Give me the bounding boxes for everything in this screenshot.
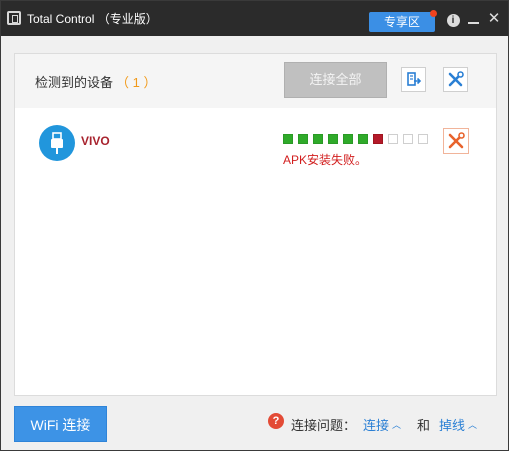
- wifi-connect-button[interactable]: WiFi 连接: [14, 406, 107, 442]
- progress-segment: [358, 134, 368, 144]
- progress-segment: [328, 134, 338, 144]
- progress-segment: [403, 134, 413, 144]
- notification-dot: [430, 10, 437, 17]
- detected-count: （ 1 ）: [116, 75, 157, 90]
- and-label: 和: [417, 418, 431, 433]
- disconnect-help-text: 掉线: [439, 418, 466, 433]
- connect-help-link[interactable]: 连接 ︿: [363, 415, 401, 434]
- wrench-screwdriver-icon: [448, 132, 465, 149]
- device-panel: 检测到的设备（ 1 ） 连接全部 VIVO APK安装失败。: [14, 53, 497, 396]
- progress-segment: [343, 134, 353, 144]
- progress-segment: [298, 134, 308, 144]
- info-icon[interactable]: i: [446, 11, 460, 27]
- connect-all-button[interactable]: 连接全部: [284, 62, 387, 98]
- tools-button[interactable]: [443, 67, 468, 92]
- progress-segment: [283, 134, 293, 144]
- progress-segment: [313, 134, 323, 144]
- title-bar: Total Control （专业版） 专享区 i ✕: [1, 1, 508, 36]
- wrench-screwdriver-icon: [448, 71, 464, 87]
- device-status: APK安装失败。: [283, 153, 368, 167]
- app-logo-icon: [7, 11, 21, 25]
- progress-segment: [373, 134, 383, 144]
- device-row[interactable]: VIVO APK安装失败。: [15, 120, 496, 176]
- device-tools-button[interactable]: [443, 128, 469, 154]
- progress-segment: [388, 134, 398, 144]
- minimize-icon[interactable]: [466, 11, 480, 27]
- app-title: Total Control （专业版）: [27, 12, 158, 26]
- connect-help-text: 连接: [363, 418, 390, 433]
- connection-problem-label: 连接问题：: [291, 418, 357, 433]
- close-icon[interactable]: ✕: [487, 11, 501, 27]
- chevron-up-icon: ︿: [392, 420, 402, 430]
- chevron-up-icon: ︿: [468, 420, 478, 430]
- device-name: VIVO: [81, 134, 110, 148]
- detected-devices-label: 检测到的设备（ 1 ）: [35, 72, 156, 91]
- app-window: Total Control （专业版） 专享区 i ✕ 检测到的设备（ 1 ） …: [0, 0, 509, 451]
- help-icon: ?: [268, 413, 284, 429]
- export-button[interactable]: [401, 67, 426, 92]
- export-icon: [407, 72, 422, 86]
- exclusive-zone-button[interactable]: 专享区: [369, 12, 435, 32]
- disconnect-help-link[interactable]: 掉线 ︿: [439, 415, 477, 434]
- panel-header: 检测到的设备（ 1 ） 连接全部: [15, 54, 496, 108]
- usb-device-icon: [39, 125, 75, 161]
- detected-devices-text: 检测到的设备: [35, 75, 114, 90]
- progress-segment: [418, 134, 428, 144]
